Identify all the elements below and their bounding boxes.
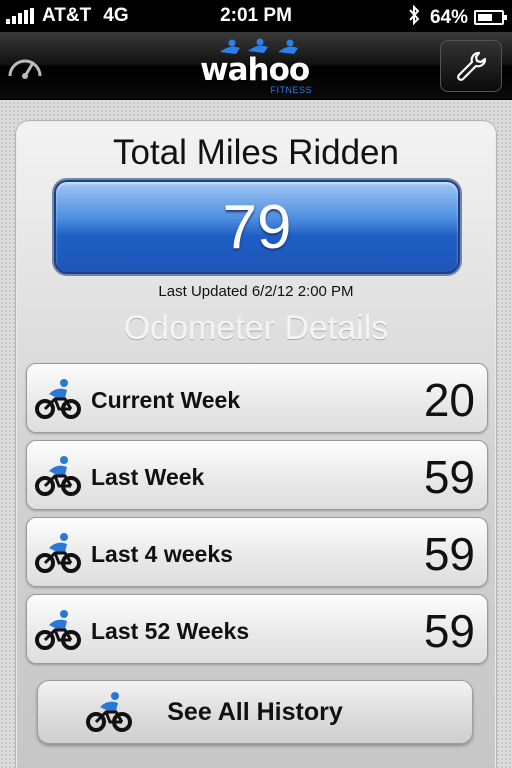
bluetooth-icon	[408, 4, 420, 30]
odometer-row-last-week[interactable]: Last Week 59	[26, 440, 488, 510]
battery-tip	[504, 15, 507, 20]
wahoo-logo: wahoo FITNESS	[196, 38, 320, 96]
odometer-row-label: Last 4 weeks	[91, 541, 233, 567]
bicycle-icon	[35, 533, 81, 573]
odometer-row-last-4-weeks[interactable]: Last 4 weeks 59	[26, 517, 488, 587]
odometer-row-current-week[interactable]: Current Week 20	[26, 363, 488, 433]
odometer-row-label: Current Week	[91, 387, 241, 413]
see-all-history-label: See All History	[167, 698, 343, 726]
total-miles-display: 79	[54, 180, 460, 274]
last-updated-text: Last Updated 6/2/12 2:00 PM	[158, 283, 354, 300]
odometer-row-value: 20	[423, 374, 475, 426]
status-right: 64%	[408, 4, 507, 30]
speedometer-icon[interactable]	[6, 50, 44, 80]
bicycle-icon	[35, 456, 81, 496]
battery-percent: 64%	[429, 6, 468, 28]
wrench-icon	[457, 51, 487, 81]
odometer-row-value: 59	[423, 605, 475, 657]
odometer-row-label: Last 52 Weeks	[91, 618, 250, 644]
bicycle-icon	[35, 379, 81, 419]
odometer-row-value: 59	[423, 528, 475, 580]
total-miles-title: Total Miles Ridden	[113, 133, 399, 172]
odometer-row-label: Last Week	[91, 464, 205, 490]
status-bar: AT&T 4G 2:01 PM 64%	[0, 0, 512, 32]
battery-fill	[478, 14, 492, 21]
settings-button[interactable]	[440, 40, 502, 92]
logo-subtitle: FITNESS	[270, 85, 312, 95]
odometer-row-value: 59	[423, 451, 475, 503]
see-all-history-button[interactable]: See All History	[37, 680, 473, 744]
bicycle-icon	[35, 610, 81, 650]
total-miles-value: 79	[222, 193, 292, 262]
battery-icon	[474, 10, 507, 25]
logo-word: wahoo	[200, 52, 310, 88]
odometer-details-title: Odometer Details	[123, 309, 389, 347]
odometer-row-last-52-weeks[interactable]: Last 52 Weeks 59	[26, 594, 488, 664]
nav-bar: wahoo FITNESS	[0, 32, 512, 100]
